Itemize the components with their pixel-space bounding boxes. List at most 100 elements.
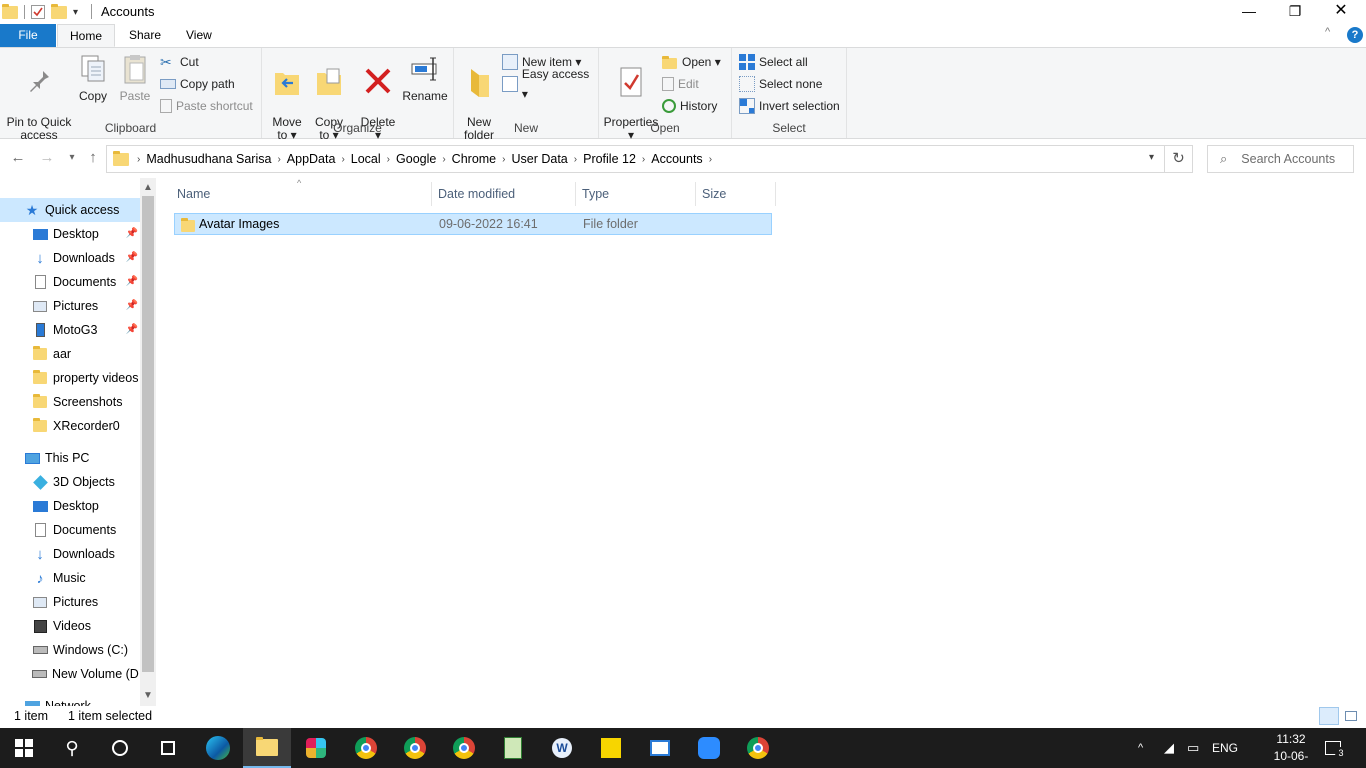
notification-center-icon[interactable]: 3 — [1325, 728, 1347, 768]
nav-item[interactable]: XRecorder0 — [0, 414, 140, 438]
breadcrumb-item[interactable]: Google — [392, 152, 440, 166]
tab-home[interactable]: Home — [57, 24, 116, 47]
start-button[interactable] — [0, 728, 48, 768]
scroll-up-icon[interactable]: ▲ — [140, 182, 156, 193]
chevron-right-icon[interactable]: › — [440, 154, 447, 165]
nav-item[interactable]: Desktop 📌 — [0, 222, 140, 246]
column-header-type[interactable]: Type — [576, 182, 696, 206]
wifi-icon[interactable]: ◢ — [1164, 728, 1174, 768]
paste-button[interactable]: Paste — [116, 52, 154, 103]
chevron-right-icon[interactable]: › — [707, 154, 714, 165]
chevron-right-icon[interactable]: › — [339, 154, 346, 165]
edge-icon[interactable] — [194, 728, 242, 768]
chevron-right-icon[interactable]: › — [275, 154, 282, 165]
back-arrow-icon[interactable]: ← — [8, 148, 28, 168]
breadcrumb-item[interactable]: Chrome — [448, 152, 500, 166]
breadcrumb-item[interactable]: AppData — [283, 152, 340, 166]
nav-item[interactable]: MotoG3 📌 — [0, 318, 140, 342]
scroll-down-icon[interactable]: ▼ — [140, 690, 156, 701]
address-bar[interactable]: › Madhusudhana Sarisa › AppData › Local › Goog… — [106, 145, 1165, 173]
up-arrow-icon[interactable]: ↑ — [83, 148, 103, 168]
nav-item[interactable]: ★ Quick access — [0, 198, 140, 222]
tab-view[interactable]: View — [174, 24, 224, 47]
nav-item[interactable]: Windows (C:) — [0, 638, 140, 662]
rename-button[interactable]: Rename — [402, 52, 448, 103]
details-view-icon[interactable] — [1319, 707, 1339, 725]
cut-button[interactable]: ✂ Cut — [160, 52, 199, 72]
sticky-notes-icon[interactable] — [587, 728, 635, 768]
column-header-date-modified[interactable]: Date modified — [432, 182, 576, 206]
select-none-button[interactable]: Select none — [739, 74, 822, 94]
nav-item[interactable]: Videos — [0, 614, 140, 638]
slack-icon[interactable] — [292, 728, 340, 768]
nav-item[interactable]: Network — [0, 694, 140, 706]
word-icon[interactable]: W — [538, 728, 586, 768]
search-icon[interactable]: ⚲ — [48, 728, 96, 768]
recent-locations-chevron-icon[interactable]: ▾ — [62, 148, 82, 168]
nav-item[interactable]: aar — [0, 342, 140, 366]
easy-access-button[interactable]: Easy access ▾ — [502, 67, 598, 101]
table-row[interactable]: Avatar Images 09-06-2022 16:41 File fold… — [174, 213, 772, 235]
paste-shortcut-button[interactable]: Paste shortcut — [160, 96, 253, 116]
chevron-right-icon[interactable]: › — [135, 154, 142, 165]
open-button[interactable]: Open ▾ — [662, 52, 721, 72]
maximize-button[interactable]: ❐ — [1272, 0, 1318, 24]
collapse-ribbon-icon[interactable]: ^ — [1325, 26, 1330, 38]
navigation-pane-scrollbar[interactable]: ▲ ▼ — [140, 178, 156, 706]
clock[interactable]: 11:32 10-06-2022 — [1262, 731, 1320, 768]
large-icons-view-icon[interactable] — [1341, 707, 1361, 725]
edit-button[interactable]: Edit — [662, 74, 699, 94]
chrome-icon[interactable] — [342, 728, 390, 768]
breadcrumb-item[interactable]: Accounts — [647, 152, 706, 166]
copy-path-button[interactable]: Copy path — [160, 74, 235, 94]
file-explorer-icon[interactable] — [243, 728, 291, 768]
nav-item[interactable]: Screenshots — [0, 390, 140, 414]
breadcrumb-item[interactable]: Profile 12 — [579, 152, 640, 166]
nav-item[interactable]: Pictures 📌 — [0, 294, 140, 318]
nav-item[interactable]: Pictures — [0, 590, 140, 614]
notepad-icon[interactable] — [489, 728, 537, 768]
nav-item[interactable]: property videos — [0, 366, 140, 390]
tab-share[interactable]: Share — [117, 24, 173, 47]
nav-item[interactable]: ↓ Downloads 📌 — [0, 246, 140, 270]
nav-item[interactable]: Documents — [0, 518, 140, 542]
chrome-icon[interactable] — [734, 728, 782, 768]
breadcrumb-item[interactable]: Local — [347, 152, 385, 166]
properties-icon[interactable] — [31, 5, 45, 19]
nav-item[interactable]: New Volume (D:) — [0, 662, 140, 686]
nav-item[interactable]: This PC — [0, 446, 140, 470]
copy-button[interactable]: Copy — [76, 52, 110, 103]
column-header-name[interactable]: Name — [171, 182, 432, 206]
refresh-icon[interactable]: ↻ — [1165, 145, 1193, 173]
breadcrumb-item[interactable]: User Data — [507, 152, 571, 166]
address-dropdown-icon[interactable]: ▾ — [1149, 152, 1154, 163]
close-button[interactable]: ✕ — [1318, 0, 1364, 24]
language-indicator[interactable]: ENG — [1212, 728, 1238, 768]
chrome-profile-icon[interactable] — [391, 728, 439, 768]
nav-item[interactable]: ↓ Downloads — [0, 542, 140, 566]
search-input[interactable]: ⌕ Search Accounts — [1207, 145, 1354, 173]
news-icon[interactable] — [636, 728, 684, 768]
chevron-right-icon[interactable]: › — [385, 154, 392, 165]
chrome-profile-icon[interactable] — [440, 728, 488, 768]
history-button[interactable]: History — [662, 96, 717, 116]
chevron-right-icon[interactable]: › — [640, 154, 647, 165]
nav-item[interactable]: 3D Objects — [0, 470, 140, 494]
cortana-icon[interactable] — [96, 728, 144, 768]
nav-item[interactable]: Desktop — [0, 494, 140, 518]
forward-arrow-icon[interactable]: → — [37, 148, 57, 168]
battery-icon[interactable]: ▭ — [1187, 728, 1199, 768]
tab-file[interactable]: File — [0, 24, 56, 47]
task-view-icon[interactable] — [144, 728, 192, 768]
column-header-size[interactable]: Size — [696, 182, 776, 206]
nav-item[interactable]: Documents 📌 — [0, 270, 140, 294]
new-folder-icon[interactable] — [51, 3, 67, 19]
chevron-right-icon[interactable]: › — [500, 154, 507, 165]
select-all-button[interactable]: Select all — [739, 52, 808, 72]
customize-qat-icon[interactable]: ▾ — [73, 7, 78, 18]
show-hidden-icons-icon[interactable]: ^ — [1138, 728, 1143, 768]
scrollbar-thumb[interactable] — [142, 196, 154, 672]
help-icon[interactable]: ? — [1347, 27, 1363, 43]
chevron-right-icon[interactable]: › — [572, 154, 579, 165]
nav-item[interactable]: ♪ Music — [0, 566, 140, 590]
